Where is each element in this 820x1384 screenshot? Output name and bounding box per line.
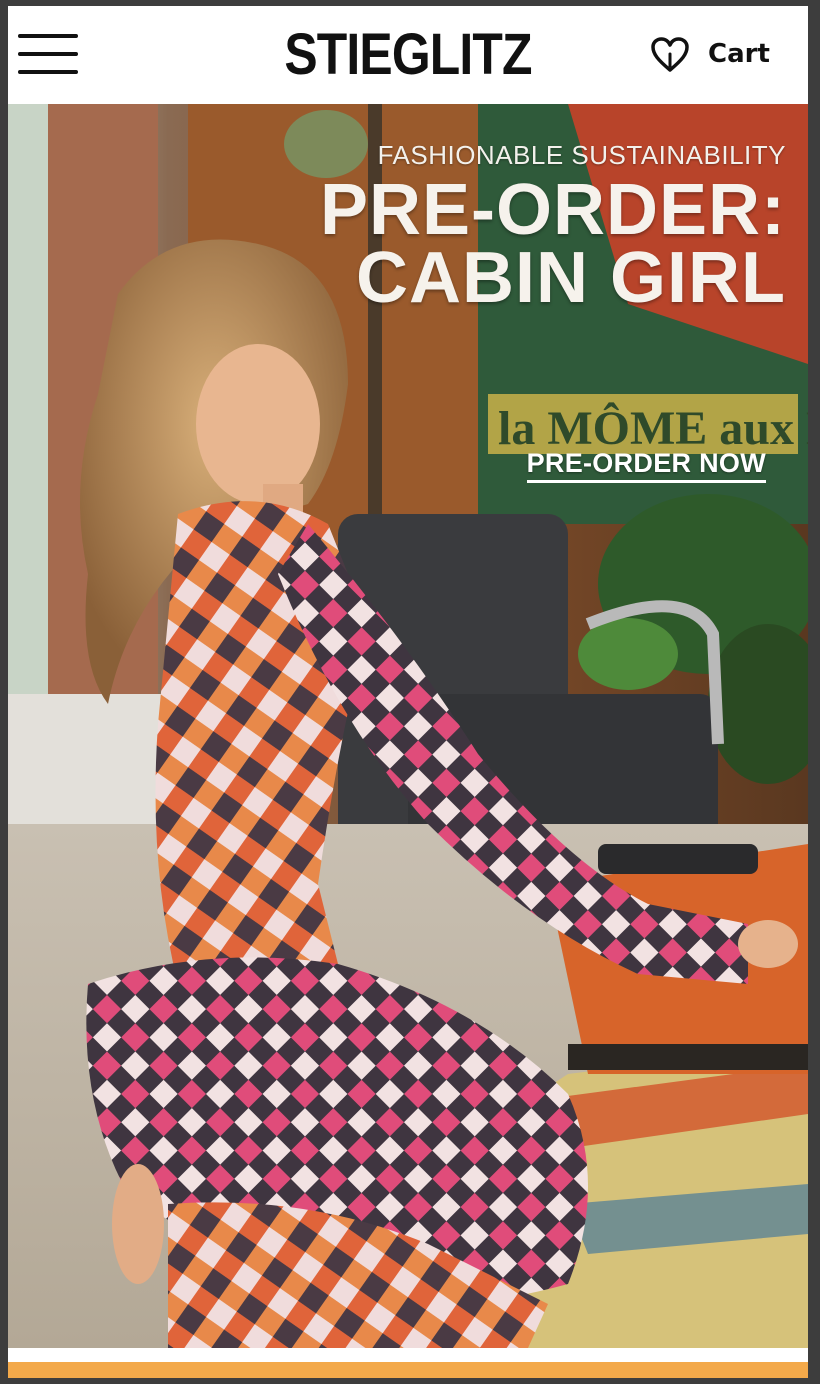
accent-strip [8, 1362, 808, 1378]
cart-link[interactable]: Cart [708, 34, 770, 74]
page: STIEGLITZ Cart la MÔME aux D FASHIONABLE… [8, 6, 808, 1378]
site-header: STIEGLITZ Cart [8, 6, 808, 104]
poster-text: la MÔME aux D [498, 401, 808, 455]
brand-logo[interactable]: STIEGLITZ [64, 24, 752, 86]
headline-line-2: CABIN GIRL [356, 238, 786, 318]
hero-headline: PRE-ORDER: CABIN GIRL [319, 170, 786, 318]
hero-eyebrow: FASHIONABLE SUSTAINABILITY [377, 140, 786, 170]
pre-order-now-link[interactable]: PRE-ORDER NOW [526, 448, 766, 483]
hero-banner[interactable]: la MÔME aux D FASHIONABLE SUSTAINABILITY… [8, 104, 808, 1348]
headline-line-1: PRE-ORDER: [319, 170, 786, 250]
heart-icon[interactable] [650, 36, 690, 74]
next-section-peek [8, 1348, 808, 1378]
device-frame: STIEGLITZ Cart la MÔME aux D FASHIONABLE… [0, 0, 820, 1384]
